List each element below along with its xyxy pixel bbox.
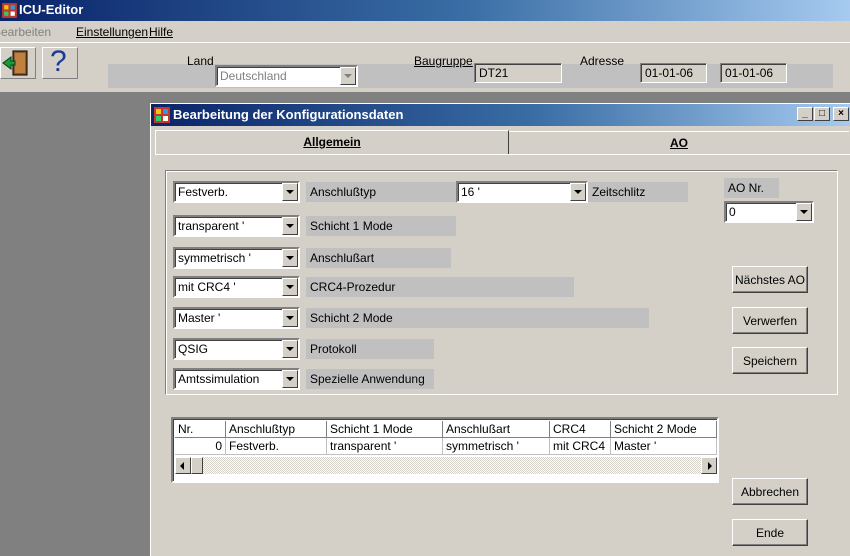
tab-allgemein-label: Allgemein (303, 135, 361, 149)
chevron-down-icon[interactable] (282, 217, 298, 235)
table-cell-schicht2-mode[interactable]: Master ' (611, 438, 717, 455)
dialog-app-icon (154, 107, 170, 123)
table-header-anschlusstyp[interactable]: Anschlußtyp (226, 421, 327, 438)
crc4-prozedur-value: mit CRC4 ' (178, 280, 236, 294)
chevron-down-icon[interactable] (796, 203, 812, 221)
scroll-right-icon[interactable] (701, 457, 717, 474)
tab-ao-label: AO (670, 136, 688, 150)
speichern-label: Speichern (742, 354, 798, 368)
anschlussart-label: Anschlußart (306, 248, 451, 268)
tab-allgemein[interactable]: Allgemein (155, 130, 509, 154)
app-icon (2, 3, 17, 18)
crc4-prozedur-select[interactable]: mit CRC4 ' (173, 276, 300, 298)
exit-door-icon (2, 50, 28, 76)
menu-hilfe[interactable]: Hilfe (149, 25, 173, 39)
abbrechen-button[interactable]: Abbrechen (732, 478, 808, 505)
spezielle-anwendung-value: Amtssimulation (178, 372, 260, 386)
naechstes-ao-button[interactable]: Nächstes AO (732, 266, 808, 293)
app-title: ICU-Editor (19, 2, 84, 17)
table-header-anschlussart[interactable]: Anschlußart (443, 421, 550, 438)
dialog-title: Bearbeitung der Konfigurationsdaten (173, 107, 404, 122)
adresse-field-1: 01-01-06 (640, 63, 707, 83)
anschlusstyp-select[interactable]: Festverb. (173, 181, 300, 203)
anschlussart-value: symmetrisch ' (178, 251, 251, 265)
table-header-nr[interactable]: Nr. (175, 421, 226, 438)
zeitschlitz-select[interactable]: 16 ' (456, 181, 588, 203)
chevron-down-icon[interactable] (340, 67, 356, 85)
menu-hilfe-label: Hilfe (149, 25, 174, 39)
anschlusstyp-label: Anschlußtyp (306, 182, 456, 202)
zeitschlitz-label: Zeitschlitz (588, 182, 688, 202)
table-cell-nr[interactable]: 0 (175, 438, 226, 455)
help-button[interactable]: ? (42, 45, 78, 79)
menu-bar: Bearbeiten Einstellungen Hilfe (0, 21, 850, 43)
ao-nr-select[interactable]: 0 (724, 201, 814, 223)
menu-einstellungen-label: Einstellungen (76, 25, 149, 39)
verwerfen-label: Verwerfen (742, 314, 798, 328)
schicht2-mode-select[interactable]: Master ' (173, 307, 300, 329)
schicht2-mode-label: Schicht 2 Mode (306, 308, 649, 328)
baugruppe-label: Baugruppe (414, 54, 473, 68)
ao-nr-label: AO Nr. (724, 178, 779, 198)
help-icon: ? (50, 45, 67, 78)
config-dialog: Bearbeitung der Konfigurationsdaten _ □ … (150, 103, 850, 556)
schicht2-mode-value: Master ' (178, 311, 221, 325)
spezielle-anwendung-label: Spezielle Anwendung (306, 369, 434, 389)
protokoll-value: QSIG (178, 342, 209, 356)
anschlusstyp-value: Festverb. (178, 185, 229, 199)
table-cell-crc4[interactable]: mit CRC4 (550, 438, 611, 455)
dialog-title-bar[interactable]: Bearbeitung der Konfigurationsdaten _ □ … (151, 104, 850, 126)
table-header-crc4[interactable]: CRC4 (550, 421, 611, 438)
tab-ao[interactable]: AO (509, 131, 849, 155)
speichern-button[interactable]: Speichern (732, 347, 808, 374)
protokoll-label: Protokoll (306, 339, 434, 359)
ao-nr-value: 0 (729, 205, 736, 219)
horizontal-scrollbar[interactable] (175, 457, 717, 474)
crc4-prozedur-label: CRC4-Prozedur (306, 277, 574, 297)
adresse-label: Adresse (580, 54, 625, 68)
table-header-schicht2-mode[interactable]: Schicht 2 Mode (611, 421, 717, 438)
abbrechen-label: Abbrechen (740, 485, 800, 499)
menu-einstellungen[interactable]: Einstellungen (76, 25, 148, 39)
ao-table[interactable]: Nr. Anschlußtyp Schicht 1 Mode Anschlußa… (171, 417, 719, 483)
chevron-down-icon[interactable] (282, 340, 298, 358)
adresse-field-2: 01-01-06 (720, 63, 787, 83)
chevron-down-icon[interactable] (282, 183, 298, 201)
exit-button[interactable] (0, 47, 36, 79)
menu-bearbeiten[interactable]: Bearbeiten (0, 25, 51, 39)
land-select[interactable]: Deutschland (215, 65, 358, 87)
baugruppe-label-text: Baugruppe (414, 54, 473, 68)
table-cell-anschlussart[interactable]: symmetrisch ' (443, 438, 550, 455)
scroll-left-icon[interactable] (175, 457, 191, 474)
naechstes-ao-label: Nächstes AO (734, 273, 806, 287)
anschlussart-select[interactable]: symmetrisch ' (173, 247, 300, 269)
ende-label: Ende (755, 526, 785, 540)
ende-button[interactable]: Ende (732, 519, 808, 546)
close-button[interactable]: × (833, 107, 849, 121)
schicht1-mode-value: transparent ' (178, 219, 245, 233)
spezielle-anwendung-select[interactable]: Amtssimulation (173, 368, 300, 390)
chevron-down-icon[interactable] (282, 309, 298, 327)
minimize-button[interactable]: _ (797, 107, 813, 121)
table-header-schicht1-mode[interactable]: Schicht 1 Mode (327, 421, 443, 438)
toolbar: ? Land Deutschland Baugruppe DT21 Adress… (0, 43, 850, 93)
tab-divider (155, 154, 850, 155)
protokoll-select[interactable]: QSIG (173, 338, 300, 360)
schicht1-mode-select[interactable]: transparent ' (173, 215, 300, 237)
scroll-thumb[interactable] (191, 457, 203, 474)
land-label: Land (187, 54, 214, 68)
chevron-down-icon[interactable] (282, 370, 298, 388)
baugruppe-field: DT21 (474, 63, 562, 83)
table-cell-schicht1-mode[interactable]: transparent ' (327, 438, 443, 455)
schicht1-mode-label: Schicht 1 Mode (306, 216, 456, 236)
chevron-down-icon[interactable] (282, 249, 298, 267)
verwerfen-button[interactable]: Verwerfen (732, 307, 808, 334)
zeitschlitz-value: 16 ' (461, 185, 480, 199)
chevron-down-icon[interactable] (282, 278, 298, 296)
chevron-down-icon[interactable] (570, 183, 586, 201)
maximize-button[interactable]: □ (814, 107, 830, 121)
land-value: Deutschland (220, 69, 287, 83)
table-cell-anschlusstyp[interactable]: Festverb. (226, 438, 327, 455)
app-title-bar[interactable]: ICU-Editor (0, 0, 850, 21)
